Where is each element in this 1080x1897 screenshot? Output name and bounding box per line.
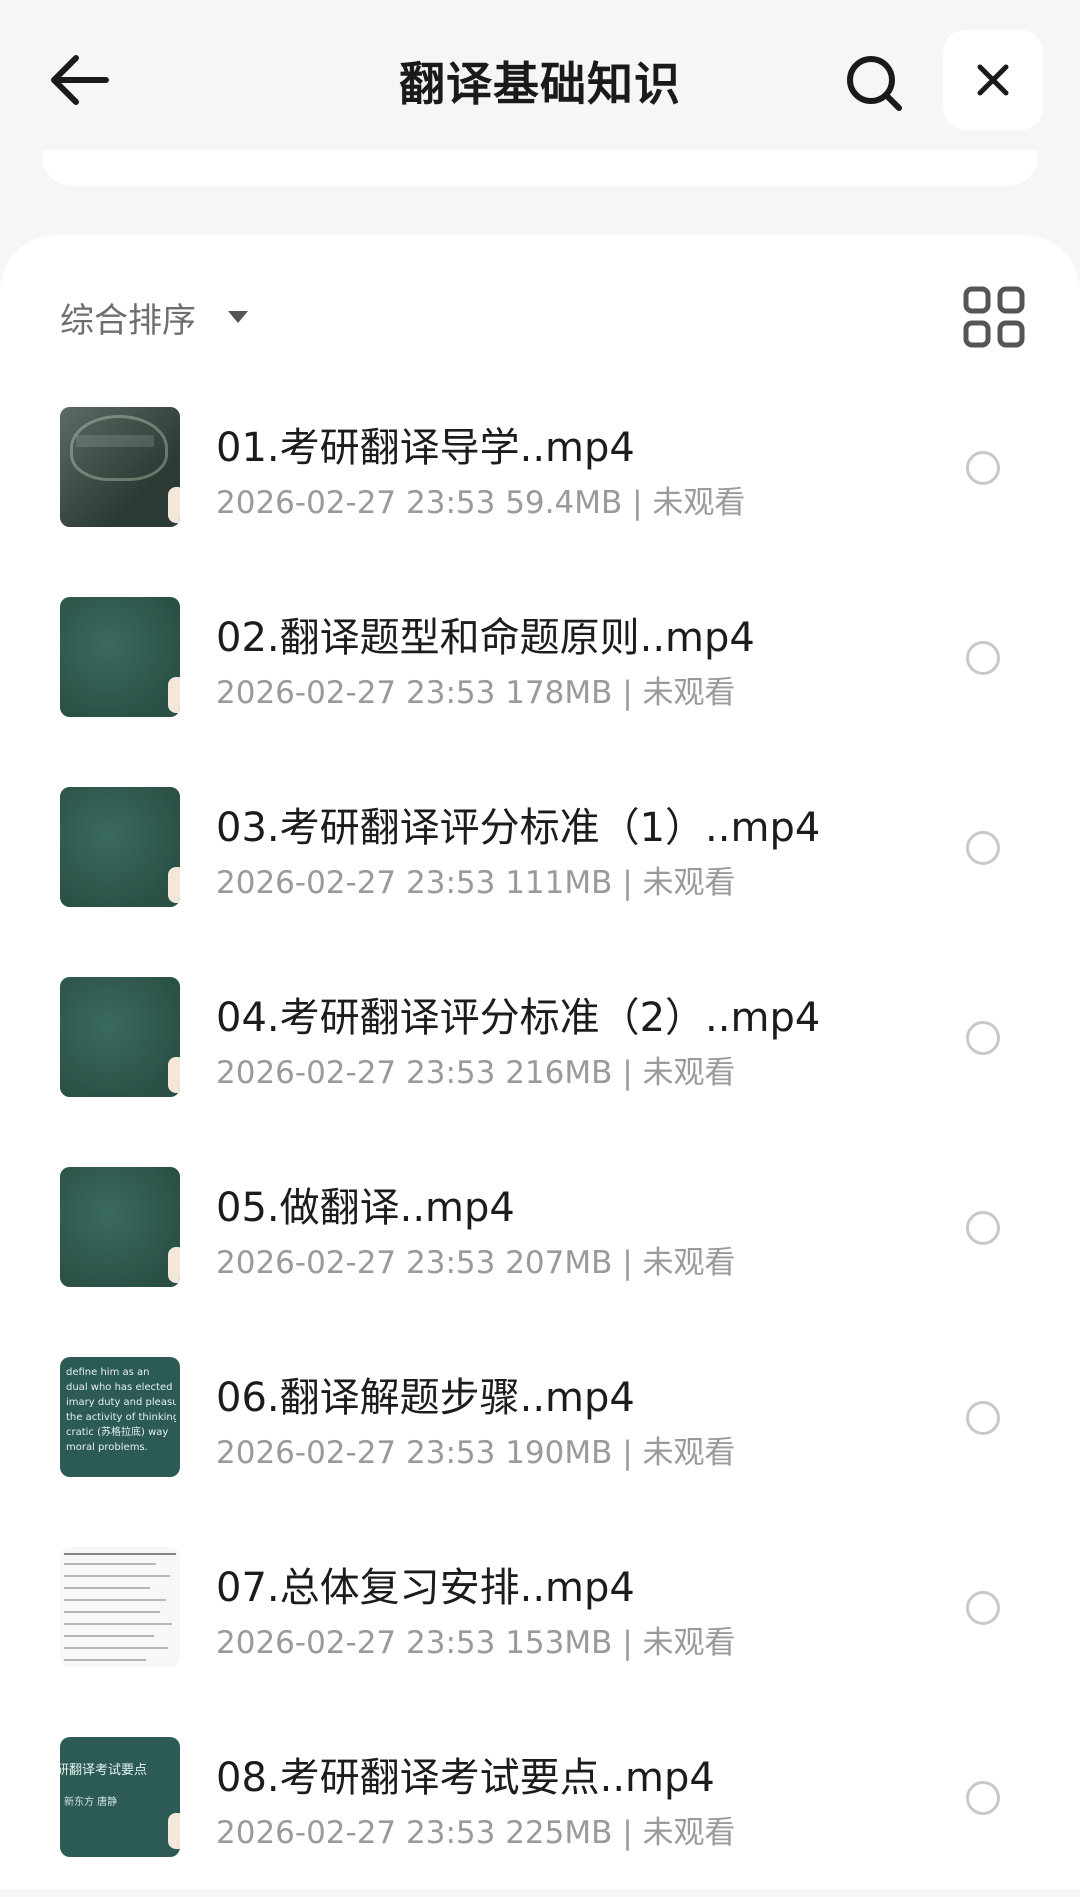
list-item[interactable]: define him as an dual who has elected as… xyxy=(0,1327,1080,1517)
video-thumbnail xyxy=(60,407,180,527)
select-radio[interactable] xyxy=(966,1401,1000,1435)
thumbnail-subtitle: 新东方 唐静 xyxy=(64,1797,118,1808)
file-meta: 2026-02-27 23:53 207MB | 未观看 xyxy=(216,1245,736,1281)
close-button[interactable] xyxy=(943,30,1043,130)
select-radio[interactable] xyxy=(966,1781,1000,1815)
thumbnail-title: 研翻译考试要点 xyxy=(60,1763,148,1778)
video-thumbnail xyxy=(60,787,180,907)
caret-down-icon[interactable] xyxy=(228,311,248,323)
file-name: 07.总体复习安排..mp4 xyxy=(216,1565,635,1611)
search-icon xyxy=(847,56,902,111)
file-name: 08.考研翻译考试要点..mp4 xyxy=(216,1755,715,1801)
list-item[interactable]: 研翻译考试要点 新东方 唐静 08.考研翻译考试要点..mp4 2026-02-… xyxy=(0,1707,1080,1897)
video-thumbnail: 研翻译考试要点 新东方 唐静 xyxy=(60,1737,180,1857)
video-thumbnail xyxy=(60,1167,180,1287)
video-thumbnail xyxy=(60,597,180,717)
file-meta: 2026-02-27 23:53 225MB | 未观看 xyxy=(216,1815,736,1851)
video-thumbnail xyxy=(60,1547,180,1667)
list-item[interactable]: 03.考研翻译评分标准（1）..mp4 2026-02-27 23:53 111… xyxy=(0,757,1080,947)
sort-toolbar: 综合排序 xyxy=(60,285,1025,357)
file-name: 05.做翻译..mp4 xyxy=(216,1185,515,1231)
list-item[interactable]: 01.考研翻译导学..mp4 2026-02-27 23:53 59.4MB |… xyxy=(0,377,1080,567)
sort-dropdown[interactable]: 综合排序 xyxy=(60,293,196,342)
thumbnail-text: define him as an dual who has elected as… xyxy=(66,1367,176,1453)
select-radio[interactable] xyxy=(966,1021,1000,1055)
list-item[interactable]: 02.翻译题型和命题原则..mp4 2026-02-27 23:53 178MB… xyxy=(0,567,1080,757)
list-item[interactable]: 05.做翻译..mp4 2026-02-27 23:53 207MB | 未观看 xyxy=(0,1137,1080,1327)
close-icon xyxy=(977,64,1009,96)
file-meta: 2026-02-27 23:53 190MB | 未观看 xyxy=(216,1435,736,1471)
file-meta: 2026-02-27 23:53 216MB | 未观看 xyxy=(216,1055,736,1091)
select-radio[interactable] xyxy=(966,1591,1000,1625)
file-meta: 2026-02-27 23:53 178MB | 未观看 xyxy=(216,675,736,711)
list-item[interactable]: 04.考研翻译评分标准（2）..mp4 2026-02-27 23:53 216… xyxy=(0,947,1080,1137)
file-name: 03.考研翻译评分标准（1）..mp4 xyxy=(216,805,821,851)
select-radio[interactable] xyxy=(966,1211,1000,1245)
video-thumbnail: define him as an dual who has elected as… xyxy=(60,1357,180,1477)
file-name: 01.考研翻译导学..mp4 xyxy=(216,425,635,471)
page-title: 翻译基础知识 xyxy=(399,57,681,111)
file-meta: 2026-02-27 23:53 59.4MB | 未观看 xyxy=(216,485,746,521)
video-thumbnail xyxy=(60,977,180,1097)
select-radio[interactable] xyxy=(966,451,1000,485)
select-radio[interactable] xyxy=(966,831,1000,865)
search-bar-remnant xyxy=(42,150,1038,186)
top-bar: 翻译基础知识 xyxy=(0,0,1080,165)
file-meta: 2026-02-27 23:53 111MB | 未观看 xyxy=(216,865,736,901)
search-button[interactable] xyxy=(835,44,913,122)
select-radio[interactable] xyxy=(966,641,1000,675)
grid-view-icon[interactable] xyxy=(962,285,1026,349)
file-name: 06.翻译解题步骤..mp4 xyxy=(216,1375,635,1421)
list-item[interactable]: 07.总体复习安排..mp4 2026-02-27 23:53 153MB | … xyxy=(0,1517,1080,1707)
file-meta: 2026-02-27 23:53 153MB | 未观看 xyxy=(216,1625,736,1661)
file-name: 02.翻译题型和命题原则..mp4 xyxy=(216,615,755,661)
file-panel: 综合排序 01.考研翻译导学..mp4 2026-02-27 23:53 59.… xyxy=(0,235,1080,1889)
file-name: 04.考研翻译评分标准（2）..mp4 xyxy=(216,995,821,1041)
